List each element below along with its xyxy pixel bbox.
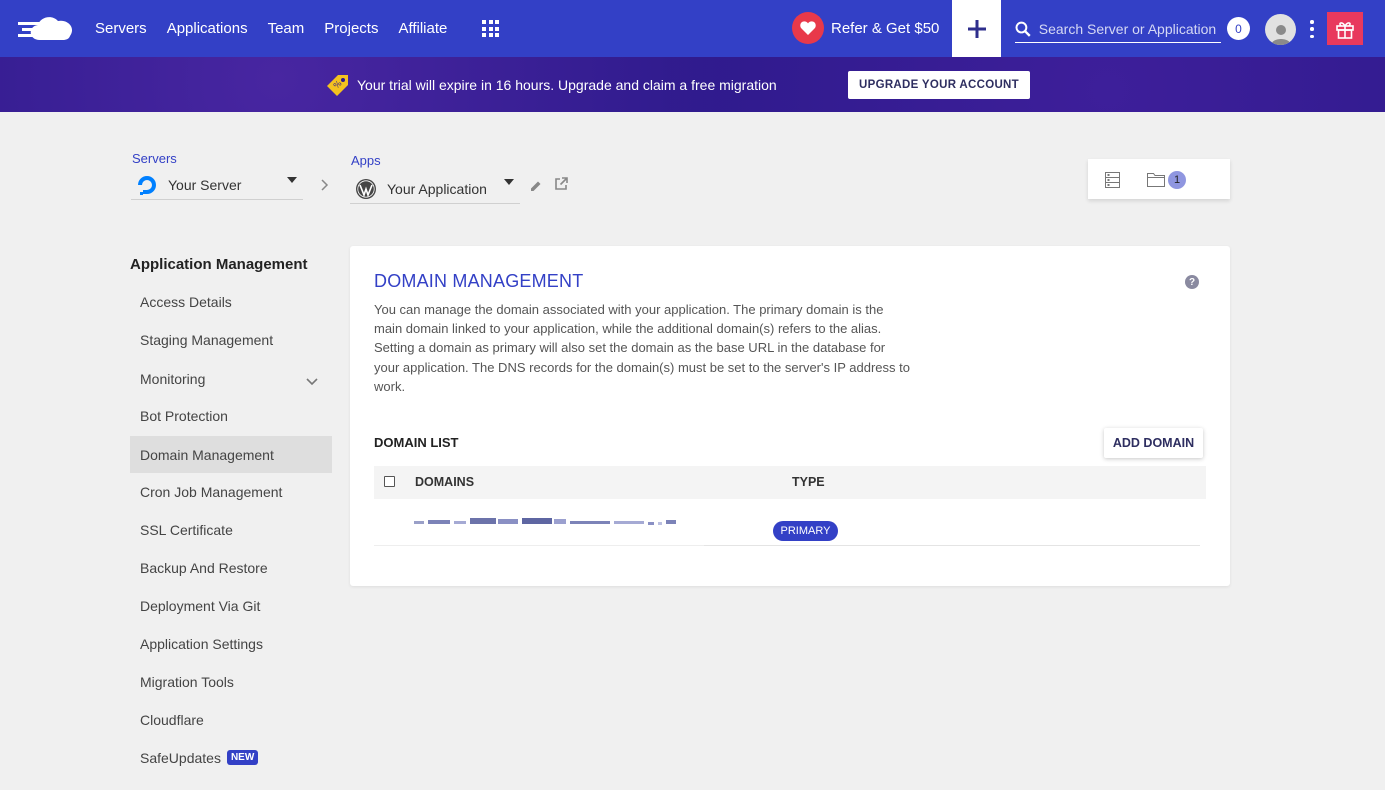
nav-servers[interactable]: Servers [95,20,147,37]
refer-button[interactable]: Refer & Get $50 [792,12,939,44]
nav-affiliate[interactable]: Affiliate [398,20,447,37]
search-input[interactable] [1038,21,1221,37]
page-description: You can manage the domain associated wit… [374,302,910,394]
sidebar-item-application-settings[interactable]: Application Settings [130,625,332,662]
nav-applications[interactable]: Applications [167,20,248,37]
digitalocean-icon [138,175,156,195]
sidebar-item-migration-tools[interactable]: Migration Tools [130,663,332,700]
sidebar-item-label: Cloudflare [140,711,204,728]
new-badge: NEW [226,750,259,765]
server-name: Your Server [168,176,242,193]
sidebar-item-label: Bot Protection [140,407,228,424]
app-name: Your Application [387,180,487,197]
sidebar-item-label: Deployment Via Git [140,597,261,614]
servers-crumb-label[interactable]: Servers [132,151,177,166]
column-header-domains: DOMAINS [415,475,475,489]
chevron-down-icon[interactable] [306,373,318,391]
page-title: DOMAIN MANAGEMENT [374,271,584,291]
column-header-type: TYPE [792,475,825,489]
row-divider [374,545,704,546]
app-selector[interactable]: Your Application [350,174,520,204]
sidebar-item-label: Application Settings [140,635,263,652]
sidebar-item-label: SafeUpdates [140,749,221,766]
sidebar-item-access-details[interactable]: Access Details [130,283,332,320]
chevron-down-icon [504,179,514,185]
trial-banner: % Your trial will expire in 16 hours. Up… [0,57,1385,112]
user-icon [1270,25,1291,45]
sidebar-item-label: Domain Management [140,446,274,463]
sidebar-item-label: Migration Tools [140,673,234,690]
upgrade-account-button[interactable]: UPGRADE YOUR ACCOUNT [848,71,1030,99]
select-all-checkbox[interactable] [384,476,395,487]
sidebar-item-cloudflare[interactable]: Cloudflare [130,701,332,738]
sidebar-item-label: Access Details [140,293,232,310]
top-nav: Servers Applications Team Projects Affil… [0,0,1385,57]
sidebar-item-label: Staging Management [140,331,274,348]
apps-crumb-label[interactable]: Apps [351,153,381,168]
server-selector[interactable]: Your Server [131,170,303,200]
sidebar-title: Application Management [130,256,308,273]
tag-icon: % [327,74,349,101]
trial-message: Your trial will expire in 16 hours. Upgr… [357,77,777,93]
chevron-right-icon [321,178,329,194]
sidebar-item-safeupdates[interactable]: SafeUpdates NEW [130,739,332,776]
external-link-icon[interactable] [554,177,568,196]
sidebar-item-label: Cron Job Management [140,483,283,500]
nav-projects[interactable]: Projects [324,20,378,37]
sidebar-item-staging-management[interactable]: Staging Management [130,321,332,358]
list-view-icon[interactable] [1105,172,1120,193]
gift-icon[interactable] [1327,12,1363,45]
row-divider [704,545,1200,546]
sidebar-item-bot-protection[interactable]: Bot Protection [130,397,332,434]
sidebar-item-domain-management[interactable]: Domain Management [130,436,332,473]
sidebar-item-ssl-certificate[interactable]: SSL Certificate [130,511,332,548]
domain-name-redacted [414,514,676,530]
main-nav: Servers Applications Team Projects Affil… [95,0,447,57]
plus-icon [967,19,986,38]
sidebar-item-backup-and-restore[interactable]: Backup And Restore [130,549,332,586]
table-header: DOMAINS TYPE [374,466,1206,499]
add-new-button[interactable] [952,0,1001,57]
refer-label: Refer & Get $50 [831,19,940,37]
apps-grid-icon[interactable] [482,20,499,37]
more-menu-icon[interactable] [1309,20,1315,38]
search-icon [1015,21,1031,37]
avatar[interactable] [1265,14,1296,45]
nav-team[interactable]: Team [268,20,305,37]
sidebar-item-label: SSL Certificate [140,521,233,538]
notification-count-badge[interactable]: 0 [1227,17,1250,40]
heart-icon [792,12,824,44]
domain-type-badge: PRIMARY [773,521,838,541]
view-toggle [1088,159,1230,199]
add-domain-button[interactable]: ADD DOMAIN [1104,428,1203,458]
chevron-down-icon [287,177,297,183]
project-count-badge: 1 [1168,171,1186,189]
domain-management-card: DOMAIN MANAGEMENT ? You can manage the d… [350,246,1230,586]
edit-pencil-icon[interactable] [530,179,542,197]
domain-list-title: DOMAIN LIST [374,435,459,450]
sidebar-item-monitoring[interactable]: Monitoring [130,360,332,397]
help-icon[interactable]: ? [1185,275,1199,289]
wordpress-icon [356,178,376,199]
sidebar-item-label: Monitoring [140,370,206,387]
sidebar-item-label: Backup And Restore [140,559,268,576]
cloudways-logo-icon[interactable] [18,12,78,44]
sidebar-item-cron-job-management[interactable]: Cron Job Management [130,473,332,510]
sidebar-item-deployment-via-git[interactable]: Deployment Via Git [130,587,332,624]
search-box [1015,16,1221,43]
folder-icon[interactable] [1147,172,1165,192]
